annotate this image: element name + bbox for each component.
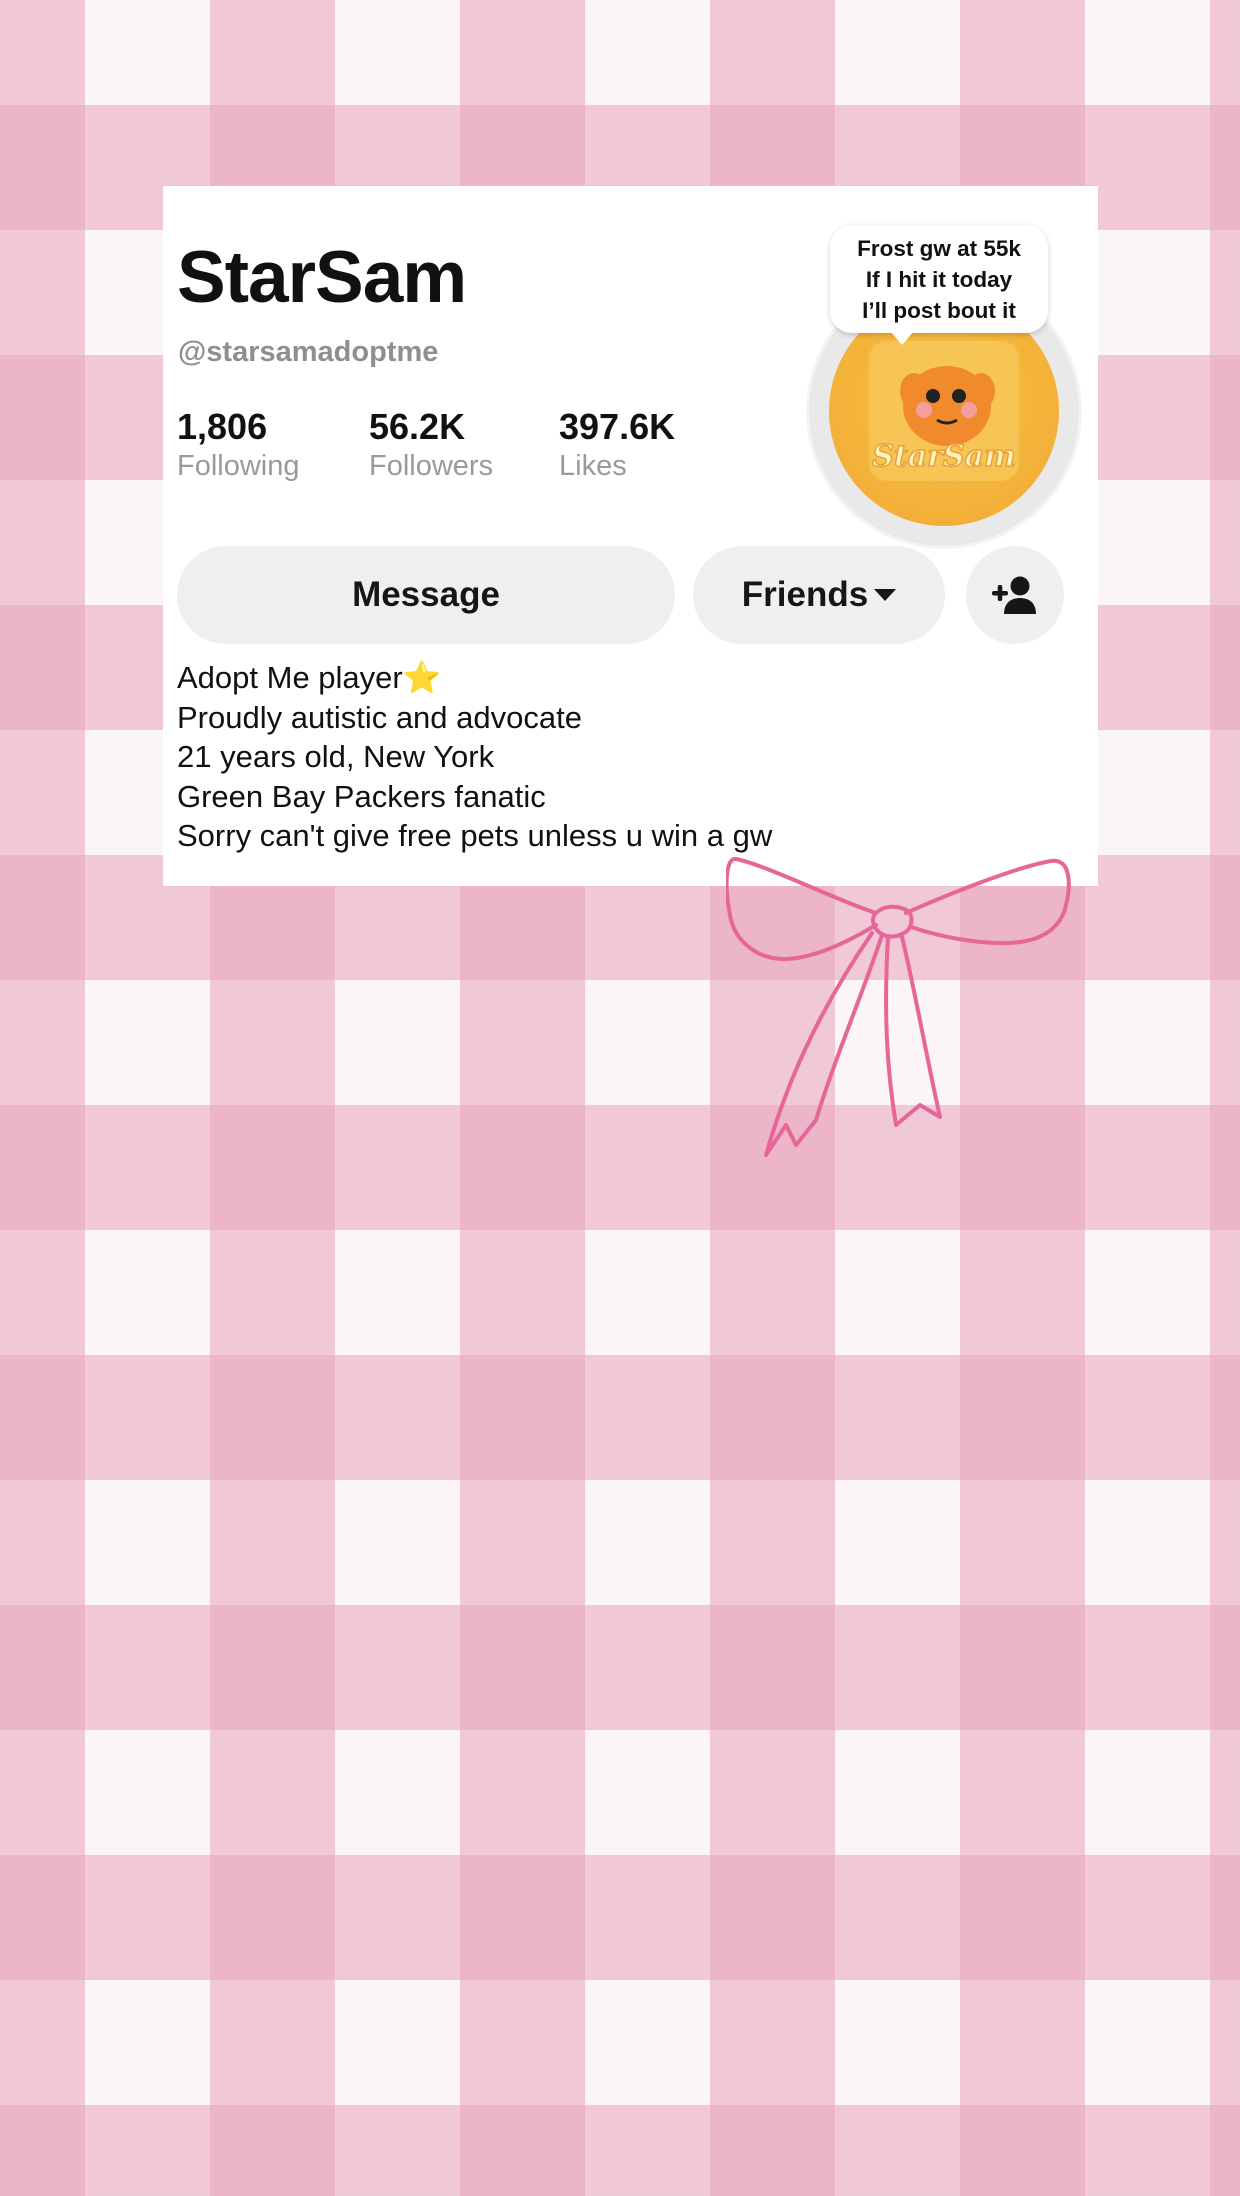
- add-person-icon: [992, 576, 1036, 614]
- following-count: 1,806: [177, 406, 268, 447]
- stat-following[interactable]: 1,806 Following: [177, 406, 300, 483]
- bow-doodle: [726, 857, 1071, 1157]
- avatar-logo-text: StarSam: [872, 439, 1016, 474]
- note-line: Frost gw at 55k: [857, 236, 1021, 261]
- followers-label: Followers: [369, 450, 494, 482]
- bio-line: Proudly autistic and advocate: [177, 699, 582, 735]
- following-label: Following: [177, 450, 300, 482]
- friends-button-label: Friends: [741, 575, 869, 614]
- add-friend-button[interactable]: [966, 546, 1064, 644]
- note-bubble[interactable]: Frost gw at 55k If I hit it today I’ll p…: [830, 225, 1048, 345]
- likes-label: Likes: [559, 450, 627, 482]
- note-line: If I hit it today: [865, 267, 1013, 292]
- bio: Adopt Me player⭐ Proudly autistic and ad…: [177, 658, 772, 856]
- message-button[interactable]: Message: [177, 546, 675, 644]
- bio-line: Adopt Me player⭐: [177, 660, 442, 695]
- bio-line: Sorry can't give free pets unless u win …: [177, 818, 773, 853]
- username-handle: @starsamadoptme: [178, 336, 439, 368]
- caret-down-icon: [874, 589, 897, 601]
- display-name: StarSam: [177, 237, 467, 318]
- friends-button[interactable]: Friends: [693, 546, 945, 644]
- profile-card: StarSam @starsamadoptme 1,806 Following …: [163, 186, 1098, 886]
- likes-count: 397.6K: [559, 406, 676, 447]
- note-line: I’ll post bout it: [862, 298, 1016, 323]
- followers-count: 56.2K: [369, 406, 466, 447]
- stat-likes[interactable]: 397.6K Likes: [559, 406, 675, 483]
- bio-line: Green Bay Packers fanatic: [177, 778, 546, 814]
- message-button-label: Message: [352, 575, 500, 614]
- bio-line: 21 years old, New York: [177, 739, 495, 774]
- stat-followers[interactable]: 56.2K Followers: [369, 406, 493, 483]
